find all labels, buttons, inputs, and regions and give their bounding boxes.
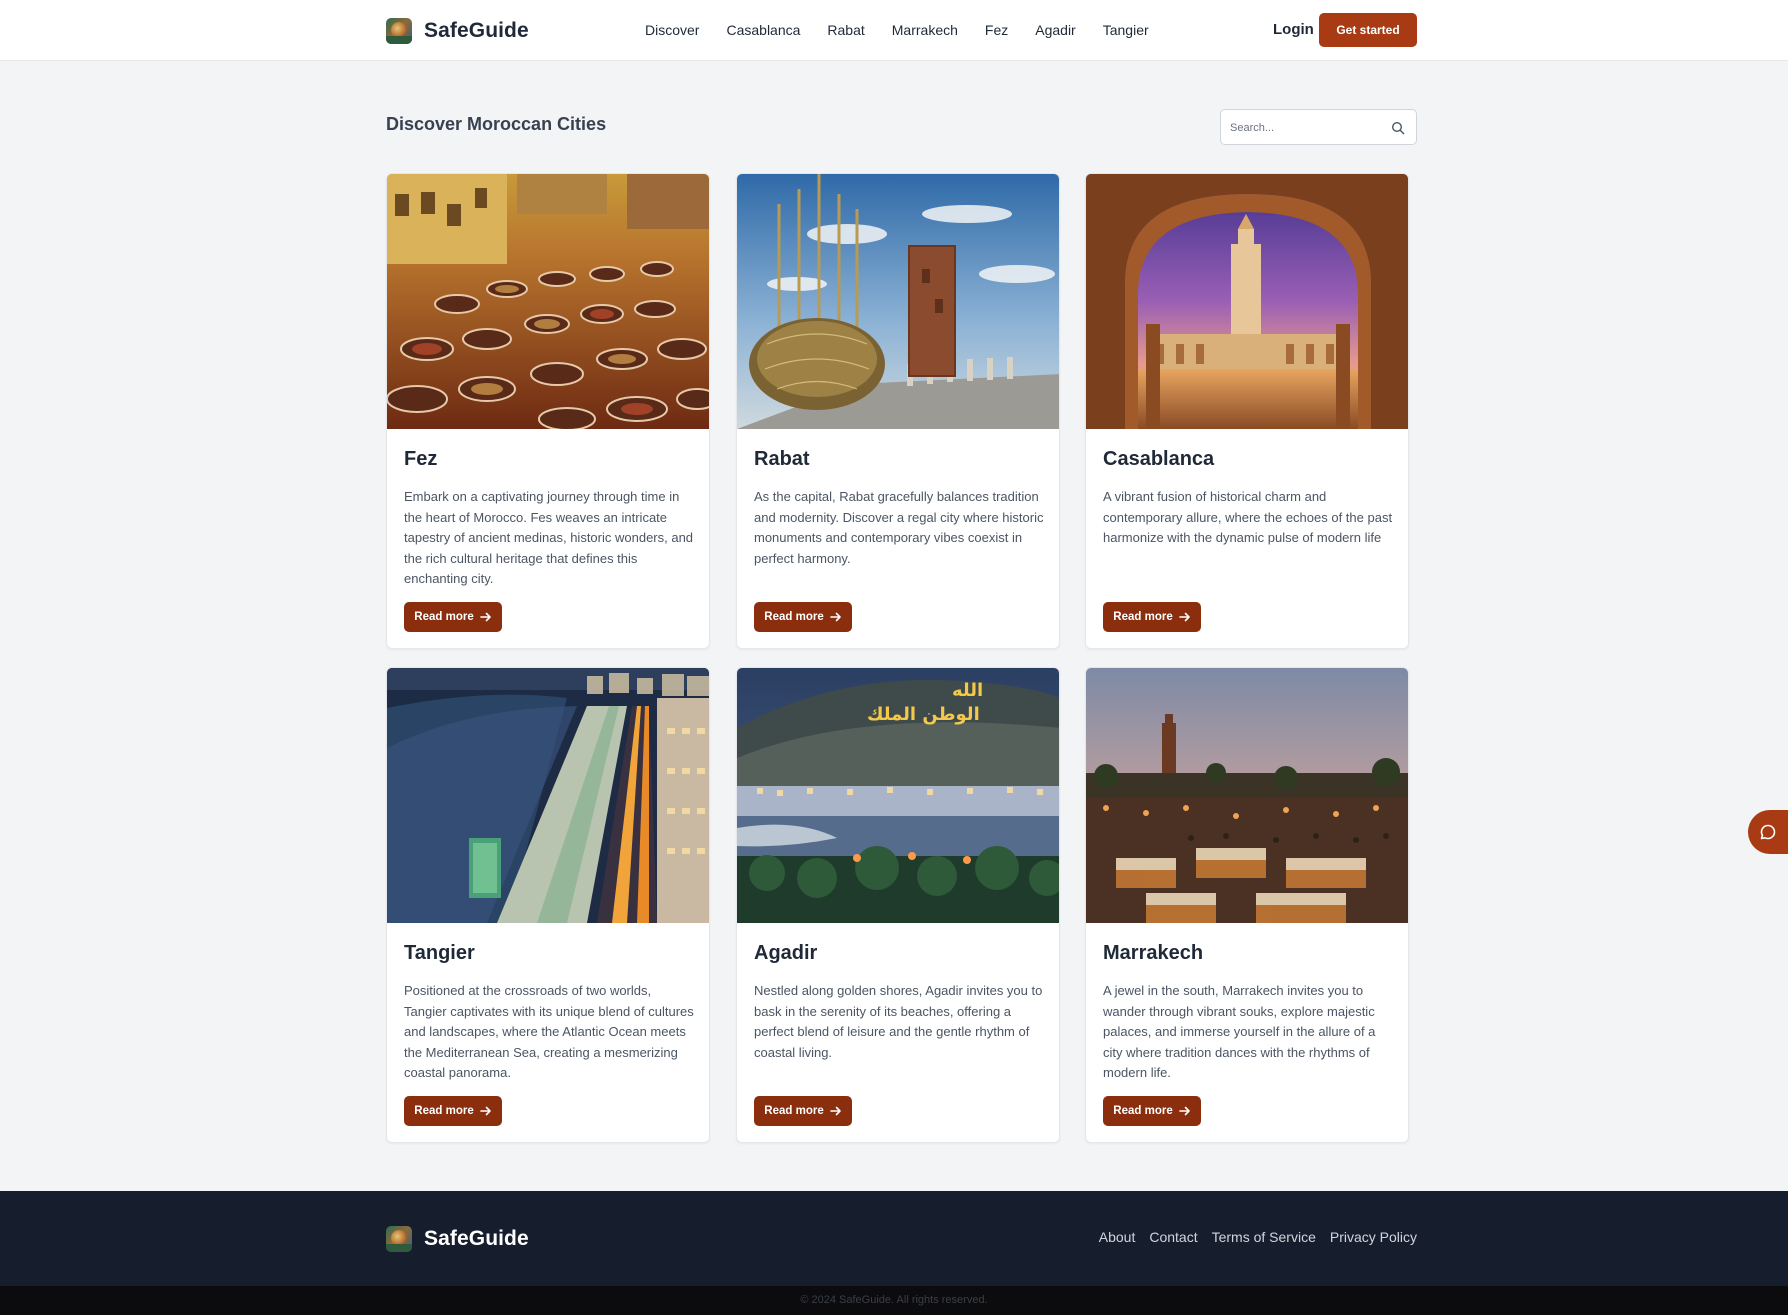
arrow-right-icon: [479, 612, 491, 622]
city-card-marrakech: Marrakech A jewel in the south, Marrakec…: [1085, 667, 1409, 1143]
read-more-button[interactable]: Read more: [1103, 602, 1201, 632]
city-card-casablanca: Casablanca A vibrant fusion of historica…: [1085, 173, 1409, 649]
card-description: Positioned at the crossroads of two worl…: [404, 983, 694, 1080]
brand-link[interactable]: SafeGuide: [386, 16, 529, 46]
moroccan-scene-logo-icon: [386, 18, 412, 44]
footer-brand-name: SafeGuide: [424, 1227, 529, 1250]
city-card-agadir: الله الوطن الملك Agadir Nestled along go…: [736, 667, 1060, 1143]
site-header: SafeGuide Discover Casablanca Rabat Marr…: [0, 0, 1788, 61]
nav-item-casablanca[interactable]: Casablanca: [726, 20, 800, 40]
arrow-right-icon: [1178, 612, 1190, 622]
read-more-label: Read more: [1113, 611, 1173, 623]
main-nav: Discover Casablanca Rabat Marrakech Fez …: [645, 20, 1176, 40]
read-more-label: Read more: [414, 1105, 474, 1117]
card-description: A vibrant fusion of historical charm and…: [1103, 489, 1393, 545]
get-started-button[interactable]: Get started: [1319, 13, 1417, 47]
read-more-label: Read more: [764, 611, 824, 623]
marrakech-square-photo: [1086, 668, 1408, 923]
copyright-bar: © 2024 SafeGuide. All rights reserved.: [0, 1286, 1788, 1315]
arrow-right-icon: [829, 1106, 841, 1116]
moroccan-scene-logo-icon: [386, 1226, 412, 1252]
search-box: [1220, 109, 1417, 145]
footer-link-privacy[interactable]: Privacy Policy: [1330, 1229, 1417, 1245]
read-more-button[interactable]: Read more: [1103, 1096, 1201, 1126]
read-more-label: Read more: [1113, 1105, 1173, 1117]
casablanca-mosque-photo: [1086, 174, 1408, 429]
site-footer: SafeGuide About Contact Terms of Service…: [0, 1191, 1788, 1286]
card-description: As the capital, Rabat gracefully balance…: [754, 489, 1044, 566]
card-title: Agadir: [754, 942, 818, 964]
nav-item-agadir[interactable]: Agadir: [1035, 20, 1075, 40]
footer-link-terms[interactable]: Terms of Service: [1212, 1229, 1316, 1245]
login-link[interactable]: Login: [1273, 20, 1314, 40]
card-description: Embark on a captivating journey through …: [404, 489, 694, 586]
svg-text:الله: الله: [952, 680, 983, 701]
nav-item-discover[interactable]: Discover: [645, 20, 699, 40]
search-input[interactable]: [1230, 118, 1380, 138]
read-more-button[interactable]: Read more: [754, 1096, 852, 1126]
read-more-button[interactable]: Read more: [404, 1096, 502, 1126]
read-more-button[interactable]: Read more: [754, 602, 852, 632]
search-icon[interactable]: [1391, 121, 1405, 135]
nav-item-fez[interactable]: Fez: [985, 20, 1008, 40]
tangier-coast-night-photo: [387, 668, 709, 923]
nav-item-marrakech[interactable]: Marrakech: [892, 20, 958, 40]
card-description: Nestled along golden shores, Agadir invi…: [754, 983, 1043, 1060]
brand-name: SafeGuide: [424, 19, 529, 42]
footer-link-contact[interactable]: Contact: [1149, 1229, 1197, 1245]
card-title: Tangier: [404, 942, 475, 964]
read-more-button[interactable]: Read more: [404, 602, 502, 632]
read-more-label: Read more: [414, 611, 474, 623]
read-more-label: Read more: [764, 1105, 824, 1117]
card-title: Marrakech: [1103, 942, 1204, 964]
chat-bubble-icon: [1760, 824, 1776, 840]
footer-nav: About Contact Terms of Service Privacy P…: [1099, 1229, 1417, 1245]
page-title: Discover Moroccan Cities: [386, 114, 607, 134]
city-card-tangier: Tangier Positioned at the crossroads of …: [386, 667, 710, 1143]
card-title: Casablanca: [1103, 448, 1215, 470]
footer-brand-link[interactable]: SafeGuide: [386, 1224, 529, 1254]
arrow-right-icon: [829, 612, 841, 622]
chat-button[interactable]: [1748, 810, 1788, 854]
city-card-rabat: Rabat As the capital, Rabat gracefully b…: [736, 173, 1060, 649]
nav-item-tangier[interactable]: Tangier: [1103, 20, 1149, 40]
fez-tanneries-photo: [387, 174, 709, 429]
copyright-text: © 2024 SafeGuide. All rights reserved.: [800, 1294, 988, 1306]
agadir-bay-dusk-photo: الله الوطن الملك: [737, 668, 1059, 923]
footer-link-about[interactable]: About: [1099, 1229, 1136, 1245]
arrow-right-icon: [1178, 1106, 1190, 1116]
svg-text:الوطن الملك: الوطن الملك: [867, 704, 980, 725]
nav-item-rabat[interactable]: Rabat: [827, 20, 864, 40]
card-title: Rabat: [754, 448, 810, 470]
arrow-right-icon: [479, 1106, 491, 1116]
card-title: Fez: [404, 448, 438, 470]
card-description: A jewel in the south, Marrakech invites …: [1103, 983, 1376, 1080]
city-card-fez: Fez Embark on a captivating journey thro…: [386, 173, 710, 649]
rabat-hassan-tower-photo: [737, 174, 1059, 429]
